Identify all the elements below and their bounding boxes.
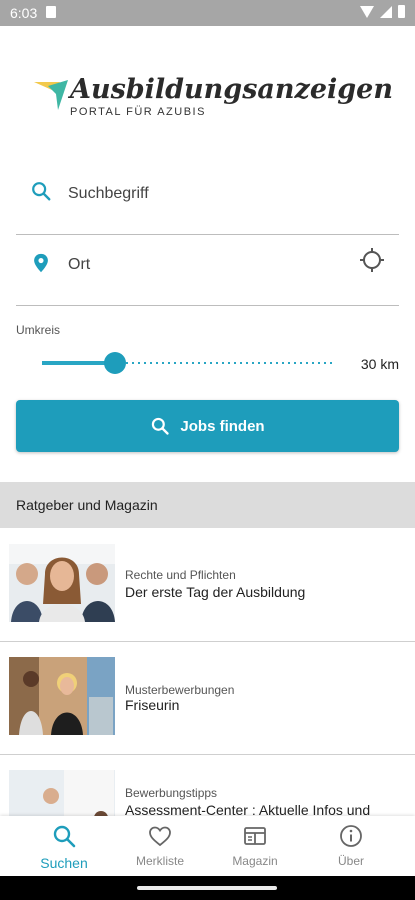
wifi-icon (360, 5, 374, 18)
section-header: Ratgeber und Magazin (0, 482, 415, 528)
signal-icon (380, 5, 392, 18)
bottom-navigation: Suchen Merkliste Magazin Über (0, 816, 415, 876)
app-logo: Ausbildungsanzeigen PORTAL FÜR AZUBIS (34, 74, 394, 124)
article-category: Rechte und Pflichten (125, 568, 236, 582)
article-category: Musterbewerbungen (125, 683, 235, 697)
battery-icon (398, 5, 405, 18)
nav-item-suchen[interactable]: Suchen (14, 816, 114, 876)
radius-value: 30 km (360, 356, 399, 372)
status-bar: 6:03 (0, 0, 415, 26)
article-item[interactable]: Musterbewerbungen Friseurin (0, 641, 415, 755)
newspaper-icon (244, 827, 266, 845)
location-input[interactable] (66, 255, 350, 275)
nav-item-merkliste[interactable]: Merkliste (110, 816, 210, 876)
logo-name: Ausbildungsanzeigen (70, 74, 393, 105)
nav-label: Suchen (40, 855, 88, 871)
location-pin-icon (34, 253, 48, 273)
article-title: Der erste Tag der Ausbildung (125, 584, 306, 600)
info-icon (340, 825, 362, 847)
logo-tagline: PORTAL FÜR AZUBIS (70, 106, 206, 118)
article-image (9, 544, 115, 622)
nav-item-magazin[interactable]: Magazin (205, 816, 305, 876)
radius-slider[interactable] (42, 352, 334, 374)
find-jobs-label: Jobs finden (180, 417, 265, 435)
heart-icon (149, 826, 171, 847)
search-icon (152, 417, 170, 435)
article-category: Bewerbungstipps (125, 786, 218, 800)
radius-label: Umkreis (16, 323, 60, 337)
logo-mark-icon (34, 80, 68, 110)
nav-label: Über (337, 854, 364, 868)
search-input[interactable] (66, 184, 350, 204)
home-gesture-bar[interactable] (137, 886, 277, 890)
location-field (16, 233, 399, 306)
find-jobs-button[interactable]: Jobs finden (16, 400, 399, 452)
article-title: Friseurin (125, 697, 180, 713)
article-item[interactable]: Rechte und Pflichten Der erste Tag der A… (0, 528, 415, 642)
nav-label: Magazin (232, 854, 278, 868)
search-field (16, 162, 399, 235)
slider-thumb[interactable] (104, 352, 126, 374)
search-icon (53, 825, 76, 848)
nav-label: Merkliste (135, 854, 184, 868)
article-image (9, 657, 115, 735)
status-time: 6:03 (10, 5, 38, 21)
search-icon (32, 182, 51, 201)
system-nav-bar (0, 876, 415, 900)
gps-target-icon[interactable] (359, 247, 385, 273)
nav-item-ueber[interactable]: Über (301, 816, 401, 876)
section-title: Ratgeber und Magazin (16, 497, 158, 513)
status-icons (360, 5, 405, 18)
sd-card-icon (46, 6, 56, 18)
